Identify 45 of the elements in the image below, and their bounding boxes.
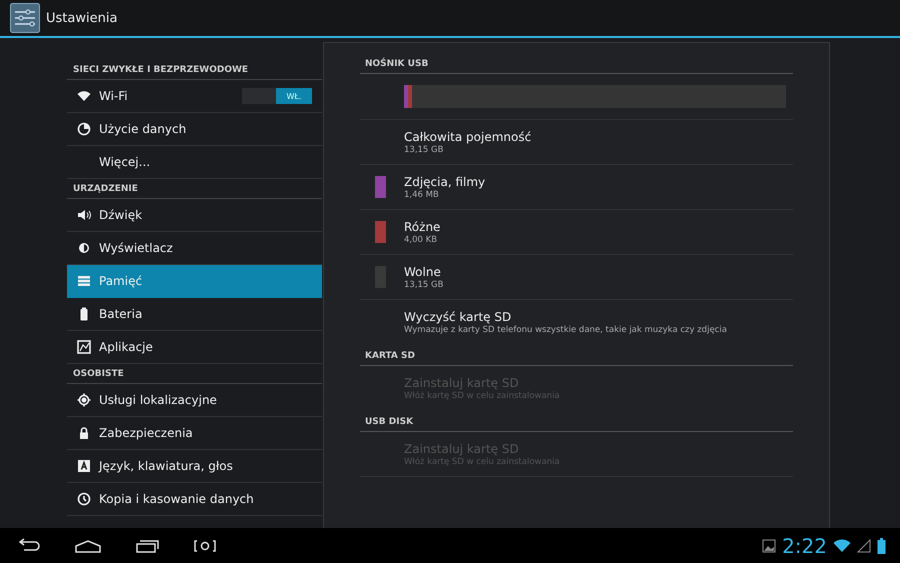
keyboard-letter-icon: [77, 459, 91, 473]
item-summary: Wymazuje z karty SD telefonu wszystkie dane, takie jak muzyka czy zdjęcia: [404, 324, 727, 334]
settings-menu-item[interactable]: Język, klawiatura, głos: [67, 450, 322, 483]
settings-menu-item[interactable]: Usługi lokalizacyjne: [67, 384, 322, 417]
section-header: USB DISK: [360, 411, 793, 432]
settings-menu-item[interactable]: Wi-Fi WŁ.: [67, 80, 322, 113]
apps-icon: [77, 340, 91, 354]
settings-menu-item[interactable]: Kopia i kasowanie danych: [67, 483, 322, 516]
item-title[interactable]: Wolne: [404, 264, 444, 278]
pie-chart-icon: [77, 122, 91, 136]
settings-menu-item[interactable]: Pamięć: [67, 265, 322, 298]
item-summary: 1,46 MB: [404, 190, 440, 200]
settings-menu-item[interactable]: Więcej...: [67, 146, 322, 179]
section-header: URZĄDZENIE: [67, 179, 322, 199]
wifi-switch[interactable]: WŁ.: [242, 88, 312, 104]
storage-icon: [77, 274, 91, 288]
section-header: OSOBISTE: [67, 364, 322, 384]
settings-menu-item[interactable]: Zabezpieczenia: [67, 417, 322, 450]
settings-menu-item[interactable]: Użycie danych: [67, 113, 322, 146]
section-header: SIECI ZWYKŁE I BEZPRZEWODOWE: [67, 60, 322, 80]
settings-menu-item[interactable]: Aplikacje: [67, 331, 322, 364]
wifi-icon: [833, 538, 851, 552]
settings-menu-item[interactable]: Bateria: [67, 298, 322, 331]
item-title[interactable]: Różne: [404, 220, 440, 234]
signal-icon: [857, 538, 871, 552]
wifi-icon: [77, 89, 91, 103]
battery-icon: [877, 538, 886, 554]
section-header: KARTA SD: [360, 345, 793, 366]
item-summary: 13,15 GB: [404, 280, 444, 290]
item-title[interactable]: Całkowita pojemność: [404, 130, 532, 144]
item-summary: 13,15 GB: [404, 144, 444, 154]
lock-icon: [77, 426, 91, 440]
speaker-icon: [77, 208, 91, 222]
clock-time: 2:22: [782, 534, 827, 558]
brightness-icon: [77, 241, 91, 255]
settings-menu-item[interactable]: Dźwięk: [67, 199, 322, 232]
location-icon: [77, 393, 91, 407]
item-title[interactable]: Zdjęcia, filmy: [404, 174, 486, 188]
section-header: NOŚNIK USB: [360, 53, 793, 74]
item-summary: 4,00 KB: [404, 234, 438, 244]
image-notification-icon[interactable]: [762, 538, 776, 552]
item-title[interactable]: Wyczyść kartę SD: [404, 310, 727, 324]
backup-icon: [77, 492, 91, 506]
app-title: Ustawienia: [46, 10, 118, 26]
settings-icon[interactable]: [10, 3, 40, 33]
